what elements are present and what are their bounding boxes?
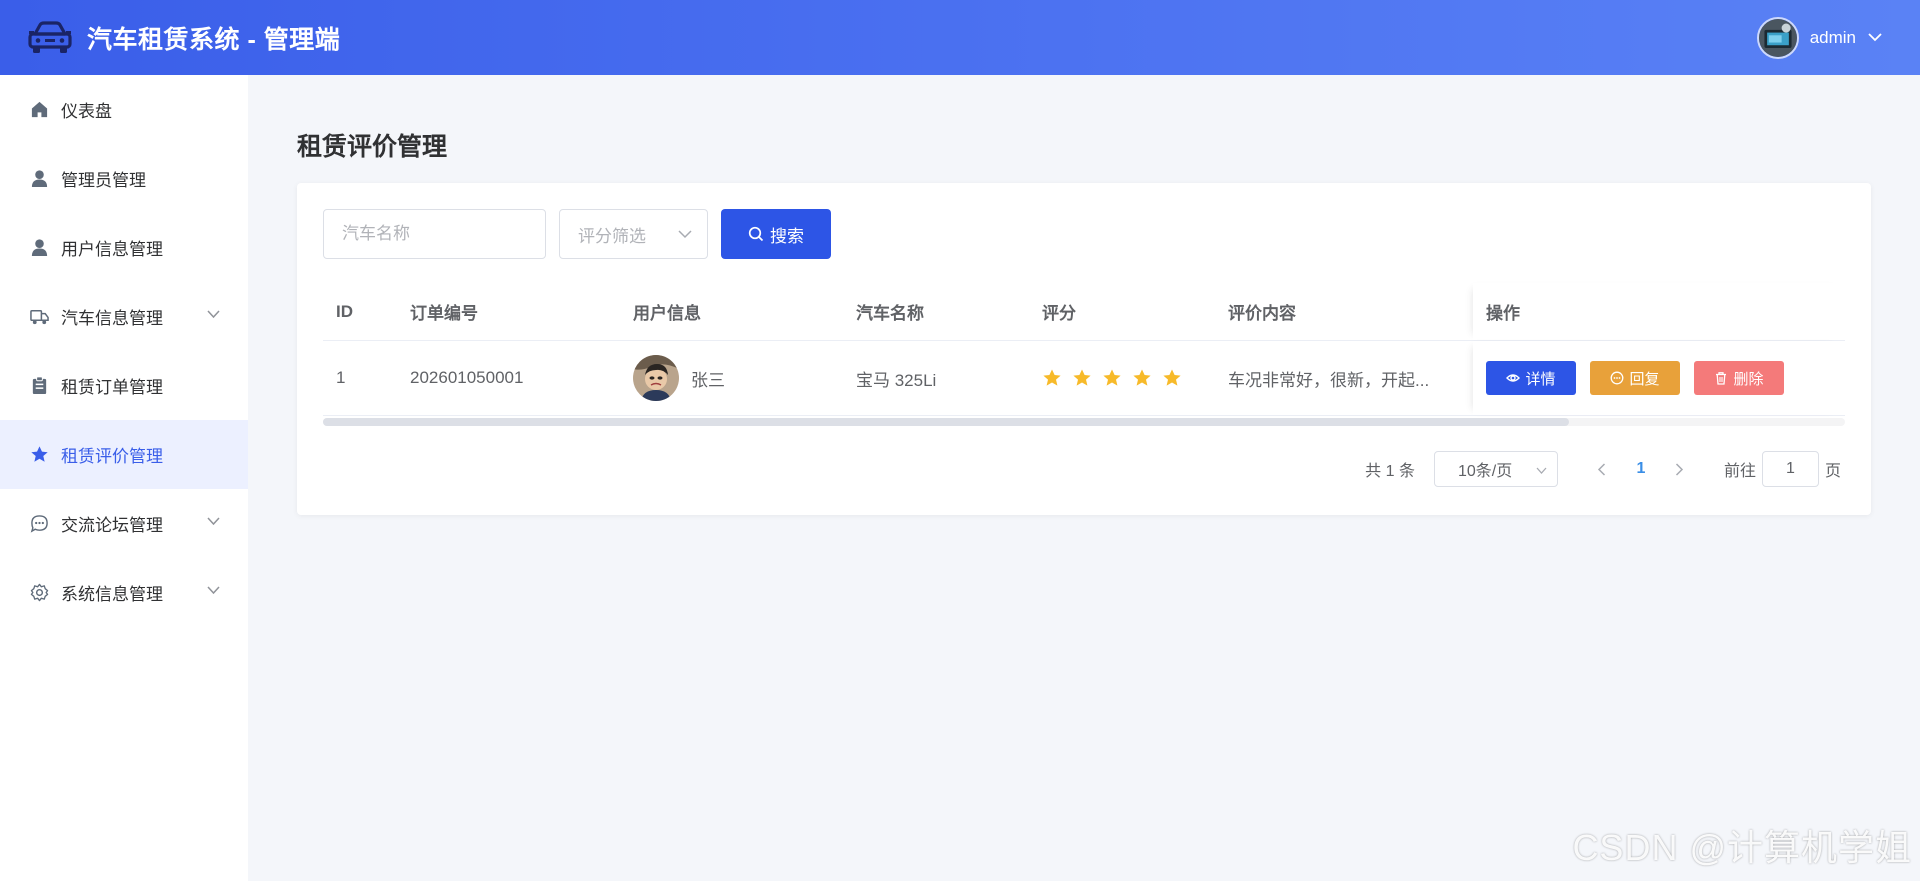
sidebar-item-label: 租赁评价管理 bbox=[61, 447, 163, 466]
cell-actions: 详情 回复 删除 bbox=[1473, 341, 1845, 415]
goto-label: 前往 bbox=[1723, 463, 1756, 480]
chat-icon bbox=[1611, 371, 1624, 385]
avatar bbox=[633, 355, 679, 401]
rating-filter-placeholder: 评分筛选 bbox=[578, 226, 646, 246]
sidebar-item-label: 租赁订单管理 bbox=[61, 378, 163, 397]
horizontal-scrollbar[interactable] bbox=[323, 418, 1845, 426]
sidebar-item-label: 系统信息管理 bbox=[61, 585, 163, 604]
pagination: 共 1 条 10条/页 1 前往 页 bbox=[1365, 451, 1841, 487]
star-icon bbox=[1043, 369, 1061, 386]
chevron-down-icon bbox=[207, 310, 220, 319]
cell-order-no: 202601050001 bbox=[410, 368, 524, 387]
truck-icon bbox=[29, 307, 49, 327]
car-name-input[interactable] bbox=[323, 209, 546, 259]
user-avatar-image bbox=[633, 355, 679, 401]
col-header-content: 评价内容 bbox=[1228, 304, 1296, 323]
sidebar-item-label: 用户信息管理 bbox=[61, 240, 163, 259]
sidebar-item-users[interactable]: 用户信息管理 bbox=[0, 213, 248, 282]
trash-icon bbox=[1716, 372, 1727, 385]
watermark: CSDN @计算机学姐 bbox=[1572, 827, 1912, 868]
cell-id: 1 bbox=[336, 368, 346, 387]
app-logo[interactable]: 汽车租赁系统 - 管理端 bbox=[27, 20, 340, 56]
admin-avatar-image bbox=[1758, 18, 1797, 57]
col-header-rating: 评分 bbox=[1042, 304, 1076, 323]
col-header-user-info: 用户信息 bbox=[633, 304, 701, 323]
col-header-order-no: 订单编号 bbox=[410, 304, 478, 323]
delete-button-label: 删除 bbox=[1733, 370, 1764, 388]
delete-button[interactable]: 删除 bbox=[1694, 361, 1784, 395]
col-header-id: ID bbox=[336, 301, 353, 321]
star-icon bbox=[1073, 369, 1091, 386]
sidebar-item-admin[interactable]: 管理员管理 bbox=[0, 144, 248, 213]
page-suffix-label: 页 bbox=[1824, 463, 1841, 480]
page-size-select[interactable]: 10条/页 bbox=[1433, 451, 1558, 487]
chevron-down-icon bbox=[678, 230, 692, 239]
user-icon bbox=[29, 238, 49, 258]
cell-content: 车况非常好，很新，开起... bbox=[1228, 370, 1430, 390]
sidebar-item-label: 管理员管理 bbox=[61, 171, 146, 190]
sidebar-item-label: 交流论坛管理 bbox=[61, 516, 163, 535]
user-icon bbox=[29, 169, 49, 189]
gear-icon bbox=[29, 583, 49, 603]
cell-car-name: 宝马 325Li bbox=[856, 370, 937, 390]
page-size-value: 10条/页 bbox=[1457, 463, 1513, 480]
top-header: 汽车租赁系统 - 管理端 admin bbox=[0, 0, 1920, 75]
sidebar: 仪表盘 管理员管理 用户信息管理 汽车信息管理 租赁订单管理 租赁评价管理 交流… bbox=[0, 75, 248, 881]
rating-stars bbox=[1029, 368, 1215, 388]
next-page-button[interactable] bbox=[1663, 451, 1697, 487]
star-icon bbox=[1163, 369, 1181, 386]
star-icon bbox=[1133, 369, 1151, 386]
search-button-label: 搜索 bbox=[770, 226, 804, 246]
col-header-actions: 操作 bbox=[1473, 283, 1845, 340]
scrollbar-thumb[interactable] bbox=[323, 418, 1569, 426]
sidebar-item-forum[interactable]: 交流论坛管理 bbox=[0, 489, 248, 558]
star-icon bbox=[1103, 369, 1121, 386]
reply-button-label: 回复 bbox=[1629, 370, 1660, 388]
home-icon bbox=[29, 100, 49, 120]
chevron-left-icon bbox=[1598, 462, 1606, 476]
search-button[interactable]: 搜索 bbox=[721, 209, 831, 259]
page-title: 租赁评价管理 bbox=[297, 133, 448, 161]
rating-filter-select[interactable]: 评分筛选 bbox=[559, 209, 708, 259]
user-name-cell: 张三 bbox=[691, 370, 725, 390]
goto-page-input[interactable] bbox=[1761, 451, 1819, 487]
cell-user-info: 张三 bbox=[620, 355, 843, 401]
table-header-row: ID 订单编号 用户信息 汽车名称 评分 评价内容 操作 bbox=[323, 283, 1845, 341]
sidebar-item-label: 仪表盘 bbox=[61, 102, 112, 121]
user-name: admin bbox=[1809, 27, 1856, 47]
chevron-down-icon bbox=[207, 586, 220, 595]
chevron-down-icon bbox=[207, 517, 220, 526]
clipboard-icon bbox=[29, 376, 49, 396]
star-icon bbox=[29, 445, 49, 465]
search-icon bbox=[748, 226, 764, 242]
sidebar-item-cars[interactable]: 汽车信息管理 bbox=[0, 282, 248, 351]
table-row: 1 202601050001 张三 宝马 325Li 车况非常好，很新，开起..… bbox=[323, 341, 1845, 416]
sidebar-item-orders[interactable]: 租赁订单管理 bbox=[0, 351, 248, 420]
page-number-current[interactable]: 1 bbox=[1619, 460, 1663, 478]
sidebar-item-label: 汽车信息管理 bbox=[61, 309, 163, 328]
chevron-down-icon bbox=[1536, 467, 1547, 474]
app-title: 汽车租赁系统 - 管理端 bbox=[87, 25, 341, 54]
avatar bbox=[1756, 16, 1799, 59]
reviews-table: ID 订单编号 用户信息 汽车名称 评分 评价内容 操作 1 202601050… bbox=[323, 283, 1845, 416]
eye-icon bbox=[1506, 374, 1521, 382]
detail-button-label: 详情 bbox=[1525, 370, 1556, 388]
sidebar-item-reviews[interactable]: 租赁评价管理 bbox=[0, 420, 248, 489]
prev-page-button[interactable] bbox=[1585, 451, 1619, 487]
reviews-card: 评分筛选 搜索 ID 订单编号 用户信息 汽车名称 评分 评价内容 操作 1 2… bbox=[297, 183, 1871, 515]
detail-button[interactable]: 详情 bbox=[1486, 361, 1576, 395]
chevron-right-icon bbox=[1676, 462, 1684, 476]
user-menu[interactable]: admin bbox=[1756, 0, 1882, 75]
sidebar-item-dashboard[interactable]: 仪表盘 bbox=[0, 75, 248, 144]
sidebar-item-system[interactable]: 系统信息管理 bbox=[0, 558, 248, 627]
filter-bar: 评分筛选 搜索 bbox=[323, 209, 831, 259]
car-icon bbox=[28, 20, 72, 53]
reply-button[interactable]: 回复 bbox=[1590, 361, 1680, 395]
chevron-down-icon bbox=[1868, 33, 1882, 42]
pagination-total: 共 1 条 bbox=[1365, 463, 1415, 480]
chat-icon bbox=[29, 514, 49, 534]
col-header-car-name: 汽车名称 bbox=[856, 304, 924, 323]
